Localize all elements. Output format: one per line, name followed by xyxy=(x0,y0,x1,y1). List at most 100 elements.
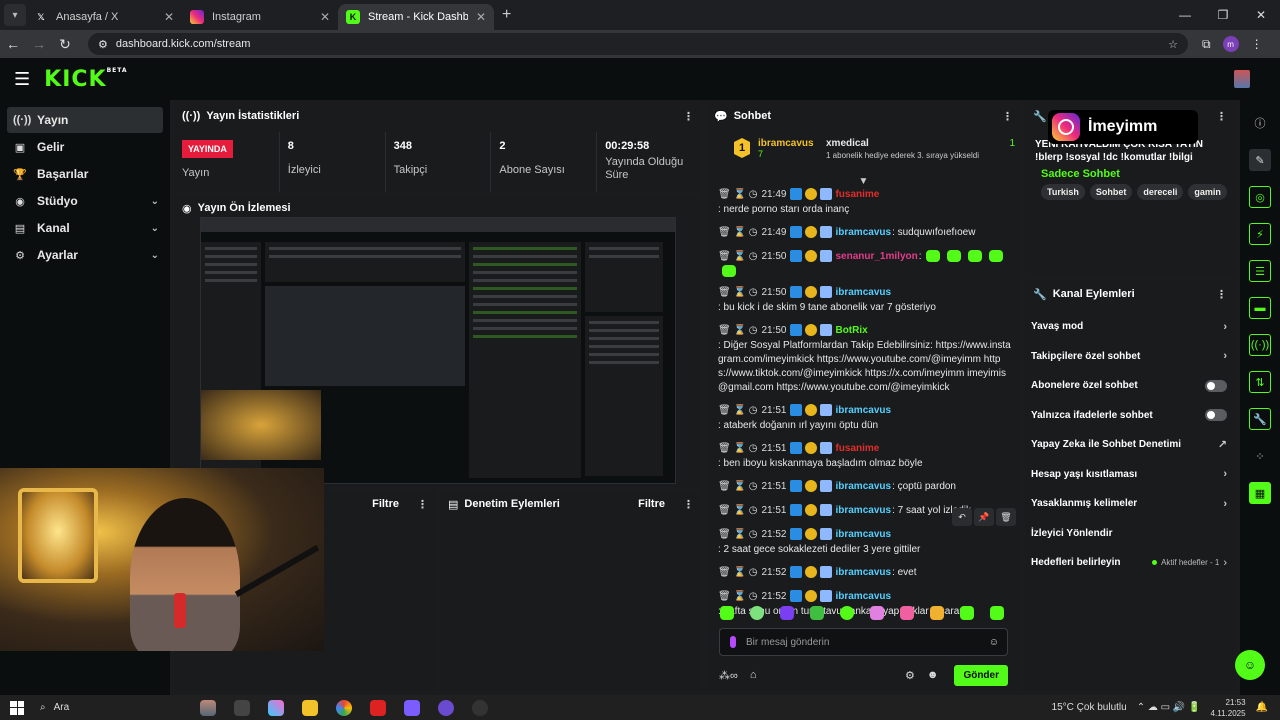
extensions-icon[interactable]: ⧉ xyxy=(1202,37,1211,52)
message-mod-icons[interactable]: 🗑 ⌛ ◷ xyxy=(718,286,757,301)
channel-action-item[interactable]: Yasaklanmış kelimeler › xyxy=(1025,489,1235,519)
minimize-icon[interactable]: — xyxy=(1166,0,1204,30)
tab-x[interactable]: 𝕏 Anasayfa / X ✕ xyxy=(26,4,182,30)
channel-action-item[interactable]: İzleyici Yönlendir xyxy=(1025,519,1235,549)
chat-message[interactable]: 🗑 ⌛ ◷ 21:49 ibramcavus: sudquwıfoıefıoew xyxy=(706,226,1021,241)
message-mod-icons[interactable]: 🗑 ⌛ ◷ xyxy=(718,188,757,203)
message-username[interactable]: ibramcavus xyxy=(835,404,891,419)
app-icon[interactable] xyxy=(472,699,488,716)
tab-instagram[interactable]: Instagram ✕ xyxy=(182,4,338,30)
tag[interactable]: dereceli xyxy=(1137,184,1184,200)
chrome-icon[interactable] xyxy=(336,699,352,716)
message-mod-icons[interactable]: 🗑 ⌛ ◷ xyxy=(718,404,757,419)
more-options-icon[interactable]: ⋮ xyxy=(1216,110,1227,123)
stream-preview-video[interactable] xyxy=(200,217,676,484)
message-username[interactable]: ibramcavus xyxy=(835,286,891,301)
emote-icon[interactable] xyxy=(990,606,1004,620)
restore-icon[interactable]: ❐ xyxy=(1204,0,1242,30)
pin-icon[interactable]: 📌 xyxy=(974,508,994,526)
more-options-icon[interactable]: ⋮ xyxy=(1002,110,1013,123)
message-username[interactable]: ibramcavus xyxy=(835,504,891,519)
message-username[interactable]: ibramcavus xyxy=(835,528,891,543)
collapse-pinned-icon[interactable]: ▼ xyxy=(706,176,1021,187)
channel-action-item[interactable]: Hedefleri belirleyin Aktif hedefler - 1 › xyxy=(1025,548,1235,578)
url-field[interactable]: ⚙ dashboard.kick.com/stream ☆ xyxy=(88,33,1188,55)
message-username[interactable]: ibramcavus xyxy=(835,226,891,241)
more-options-icon[interactable]: ⋮ xyxy=(1216,288,1227,301)
filter-button[interactable]: Filtre xyxy=(638,498,665,510)
channel-action-item[interactable]: Hesap yaşı kısıtlaması › xyxy=(1025,460,1235,490)
weather-text[interactable]: 15°C Çok bulutlu xyxy=(1052,702,1127,713)
message-mod-icons[interactable]: 🗑 ⌛ ◷ xyxy=(718,226,757,241)
message-mod-icons[interactable]: 🗑 ⌛ ◷ xyxy=(718,566,757,581)
sidebar-item-studyo[interactable]: ◉ Stüdyo ⌄ xyxy=(7,188,163,214)
more-options-icon[interactable]: ⋮ xyxy=(683,498,694,511)
emoji-icon[interactable]: ☺ xyxy=(989,637,999,648)
file-explorer-icon[interactable] xyxy=(302,699,318,716)
category-name[interactable]: Sadece Sohbet xyxy=(1041,168,1227,180)
chat-message[interactable]: 🗑 ⌛ ◷ 21:51 fusanime: ben iboyu kıskanmay… xyxy=(706,442,1021,471)
taskbar-search[interactable]: ⌕ Ara xyxy=(40,702,160,713)
emote-icon[interactable] xyxy=(810,606,824,620)
emote-icon[interactable] xyxy=(840,606,854,620)
emote-icon[interactable] xyxy=(900,606,914,620)
forward-icon[interactable]: → xyxy=(26,36,52,52)
emote-icon[interactable] xyxy=(960,606,974,620)
tab-search-button[interactable]: ▾ xyxy=(4,4,26,26)
obs-icon[interactable] xyxy=(438,699,454,716)
message-username[interactable]: senanur_1milyon xyxy=(835,250,917,265)
discord-icon[interactable] xyxy=(404,699,420,716)
user-avatar[interactable] xyxy=(1234,70,1250,88)
sidebar-item-gelir[interactable]: ▣ Gelir xyxy=(7,134,163,160)
copilot-icon[interactable] xyxy=(268,699,284,716)
close-tab-icon[interactable]: ✕ xyxy=(476,10,486,24)
hamburger-menu-icon[interactable]: ☰ xyxy=(14,69,30,90)
message-mod-icons[interactable]: 🗑 ⌛ ◷ xyxy=(718,528,757,543)
message-mod-icons[interactable]: 🗑 ⌛ ◷ xyxy=(718,504,757,519)
channel-action-item[interactable]: Takipçilere özel sohbet › xyxy=(1025,342,1235,372)
message-username[interactable]: fusanime xyxy=(835,442,879,457)
channel-action-item[interactable]: Yavaş mod › xyxy=(1025,312,1235,342)
tab-kick-dashboard[interactable]: K Stream - Kick Dashboard ✕ xyxy=(338,4,494,30)
task-view-icon[interactable] xyxy=(234,699,250,716)
site-info-icon[interactable]: ⚙ xyxy=(98,38,108,51)
chat-message[interactable]: 🗑 ⌛ ◷ 21:52 ibramcavus: 2 saat gece sokak… xyxy=(706,528,1021,557)
store-icon[interactable]: ⌂ xyxy=(750,669,757,681)
close-tab-icon[interactable]: ✕ xyxy=(320,10,330,24)
clapper-icon[interactable]: ▦ xyxy=(1249,482,1271,504)
reload-icon[interactable]: ↻ xyxy=(52,36,78,53)
chat-message[interactable]: 🗑 ⌛ ◷ 21:50 ibramcavus: bu kick i de skim… xyxy=(706,286,1021,315)
chat-input[interactable]: Bir mesaj gönderin ☺ xyxy=(719,628,1008,656)
message-mod-icons[interactable]: 🗑 ⌛ ◷ xyxy=(718,324,757,339)
message-mod-icons[interactable]: 🗑 ⌛ ◷ xyxy=(718,480,757,495)
close-window-icon[interactable]: ✕ xyxy=(1242,0,1280,30)
list-icon[interactable]: ☰ xyxy=(1249,260,1271,282)
profile-avatar[interactable]: m xyxy=(1222,36,1239,52)
message-username[interactable]: ibramcavus xyxy=(835,590,891,605)
channel-action-item[interactable]: Abonelere özel sohbet xyxy=(1025,371,1235,401)
sidebar-item-yayin[interactable]: ((·)) Yayın xyxy=(7,107,163,133)
points-icon[interactable]: ⁂∞ xyxy=(719,669,738,682)
channel-action-item[interactable]: Yapay Zeka ile Sohbet Denetimi ↗ xyxy=(1025,430,1235,460)
start-button[interactable] xyxy=(10,700,24,715)
chat-message[interactable]: 🗑 ⌛ ◷ 21:51 ibramcavus: çoptü pardon xyxy=(706,480,1021,495)
toggle-switch[interactable] xyxy=(1205,379,1227,392)
browser-menu-icon[interactable]: ⋮ xyxy=(1251,37,1263,51)
message-username[interactable]: BotRix xyxy=(835,324,867,339)
close-tab-icon[interactable]: ✕ xyxy=(164,10,174,24)
message-mod-icons[interactable]: 🗑 ⌛ ◷ xyxy=(718,250,757,265)
message-mod-icons[interactable]: 🗑 ⌛ ◷ xyxy=(718,442,757,457)
tray-icons[interactable]: ⌃ ☁ ▭ 🔊 🔋 xyxy=(1137,702,1201,713)
chat-message[interactable]: 🗑 ⌛ ◷ 21:50 BotRix: Diğer Sosyal Platform… xyxy=(706,324,1021,395)
bot-icon[interactable]: ☻ xyxy=(927,669,939,681)
sidebar-item-basarilar[interactable]: 🏆 Başarılar xyxy=(7,161,163,187)
toggle-switch[interactable] xyxy=(1205,409,1227,422)
emote-icon[interactable] xyxy=(930,606,944,620)
help-button[interactable]: ☺ xyxy=(1235,650,1265,680)
more-options-icon[interactable]: ⋮ xyxy=(683,110,694,123)
chat-message[interactable]: 🗑 ⌛ ◷ 21:52 ibramcavus: evet xyxy=(706,566,1021,581)
message-username[interactable]: ibramcavus xyxy=(835,566,891,581)
channel-action-item[interactable]: Yalnızca ifadelerle sohbet xyxy=(1025,401,1235,431)
clock[interactable]: 21:53 4.11.2025 xyxy=(1211,697,1246,719)
leader-username[interactable]: ibramcavus xyxy=(758,138,818,149)
